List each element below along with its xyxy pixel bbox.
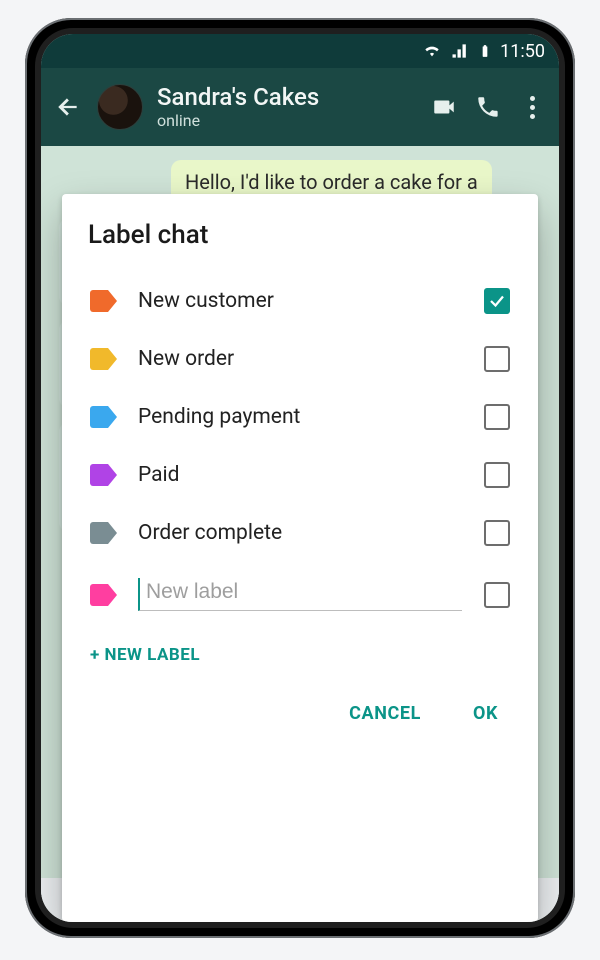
dialog-scrim: Label chat New customer New order Pending … <box>41 34 559 922</box>
label-list: New customer New order Pending payment Paid… <box>88 272 512 562</box>
label-row[interactable]: Order complete <box>88 504 512 562</box>
ok-button[interactable]: OK <box>465 697 506 730</box>
new-label-row <box>88 562 512 627</box>
dialog-title: Label chat <box>88 220 512 250</box>
tag-icon <box>90 464 116 486</box>
label-name: Paid <box>138 463 462 487</box>
label-checkbox[interactable] <box>484 520 510 546</box>
label-name: New customer <box>138 289 462 313</box>
label-row[interactable]: Paid <box>88 446 512 504</box>
label-name: Pending payment <box>138 405 462 429</box>
label-checkbox[interactable] <box>484 462 510 488</box>
label-checkbox[interactable] <box>484 404 510 430</box>
tag-icon <box>90 584 116 606</box>
cancel-button[interactable]: CANCEL <box>341 697 429 730</box>
label-chat-dialog: Label chat New customer New order Pending … <box>62 194 538 922</box>
tag-icon <box>90 522 116 544</box>
dialog-actions: CANCEL OK <box>88 675 512 738</box>
device-frame: 11:50 Sandra's Cakes online <box>25 18 575 938</box>
label-row[interactable]: New order <box>88 330 512 388</box>
tag-icon <box>90 290 116 312</box>
label-name: New order <box>138 347 462 371</box>
add-new-label-button[interactable]: + NEW LABEL <box>88 627 512 675</box>
label-row[interactable]: Pending payment <box>88 388 512 446</box>
tag-icon <box>90 348 116 370</box>
tag-icon <box>90 406 116 428</box>
new-label-checkbox[interactable] <box>484 582 510 608</box>
screen: 11:50 Sandra's Cakes online <box>41 34 559 922</box>
label-checkbox[interactable] <box>484 346 510 372</box>
new-label-input[interactable] <box>138 578 462 611</box>
label-row[interactable]: New customer <box>88 272 512 330</box>
label-checkbox[interactable] <box>484 288 510 314</box>
label-name: Order complete <box>138 521 462 545</box>
